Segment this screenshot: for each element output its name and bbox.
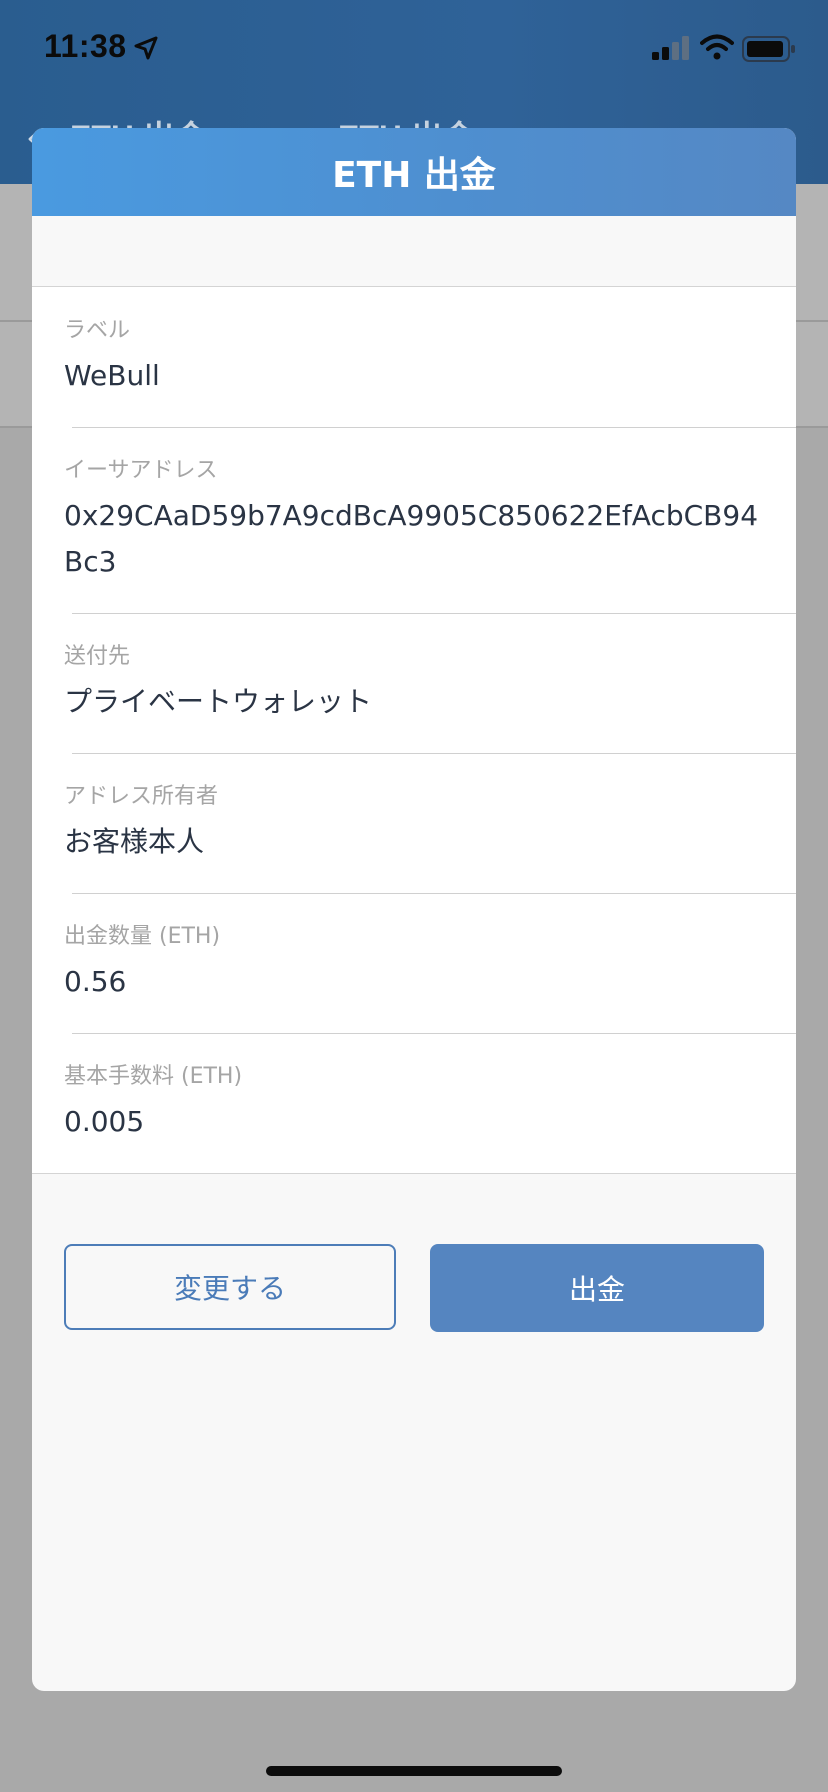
field-label: ラベル — [64, 318, 131, 343]
withdraw-button[interactable]: 出金 — [430, 1244, 764, 1332]
withdraw-confirm-modal: ETH 出金 ラベル WeBull イーサアドレス 0x29CAaD59b7A9… — [32, 128, 796, 1691]
field-value: 0.005 — [64, 1105, 145, 1138]
wifi-icon — [700, 34, 734, 60]
field-destination-row: 送付先 プライベートウォレット — [32, 613, 796, 753]
location-arrow-icon — [134, 36, 158, 60]
status-time: 11:38 — [44, 28, 127, 64]
modal-actions: 変更する 出金 — [32, 1174, 796, 1374]
cellular-signal-icon — [652, 36, 689, 60]
field-value: 0x29CAaD59b7A9cdBcA9905C850622EfAcbCB94B… — [64, 499, 759, 578]
field-owner-row: アドレス所有者 お客様本人 — [32, 753, 796, 893]
modal-header: ETH 出金 — [32, 128, 796, 216]
field-value: お客様本人 — [64, 825, 205, 858]
field-label: 基本手数料 (ETH) — [64, 1064, 243, 1089]
field-value: プライベートウォレット — [64, 685, 373, 718]
field-amount-row: 出金数量 (ETH) 0.56 — [32, 893, 796, 1033]
field-label-row: ラベル WeBull — [32, 287, 796, 427]
field-value: 0.56 — [64, 965, 127, 998]
home-indicator[interactable] — [266, 1766, 562, 1776]
field-fee-row: 基本手数料 (ETH) 0.005 — [32, 1033, 796, 1173]
change-button[interactable]: 変更する — [64, 1244, 396, 1330]
field-label: 送付先 — [64, 644, 131, 669]
field-label: イーサアドレス — [64, 458, 218, 483]
field-value: WeBull — [64, 359, 160, 392]
field-label: アドレス所有者 — [64, 784, 219, 809]
battery-icon — [742, 36, 795, 62]
field-address-row: イーサアドレス 0x29CAaD59b7A9cdBcA9905C850622Ef… — [32, 427, 796, 613]
confirm-fields-list: ラベル WeBull イーサアドレス 0x29CAaD59b7A9cdBcA99… — [32, 287, 796, 1174]
modal-title: ETH 出金 — [332, 155, 496, 196]
modal-spacer — [32, 216, 796, 287]
field-label: 出金数量 (ETH) — [64, 924, 221, 949]
